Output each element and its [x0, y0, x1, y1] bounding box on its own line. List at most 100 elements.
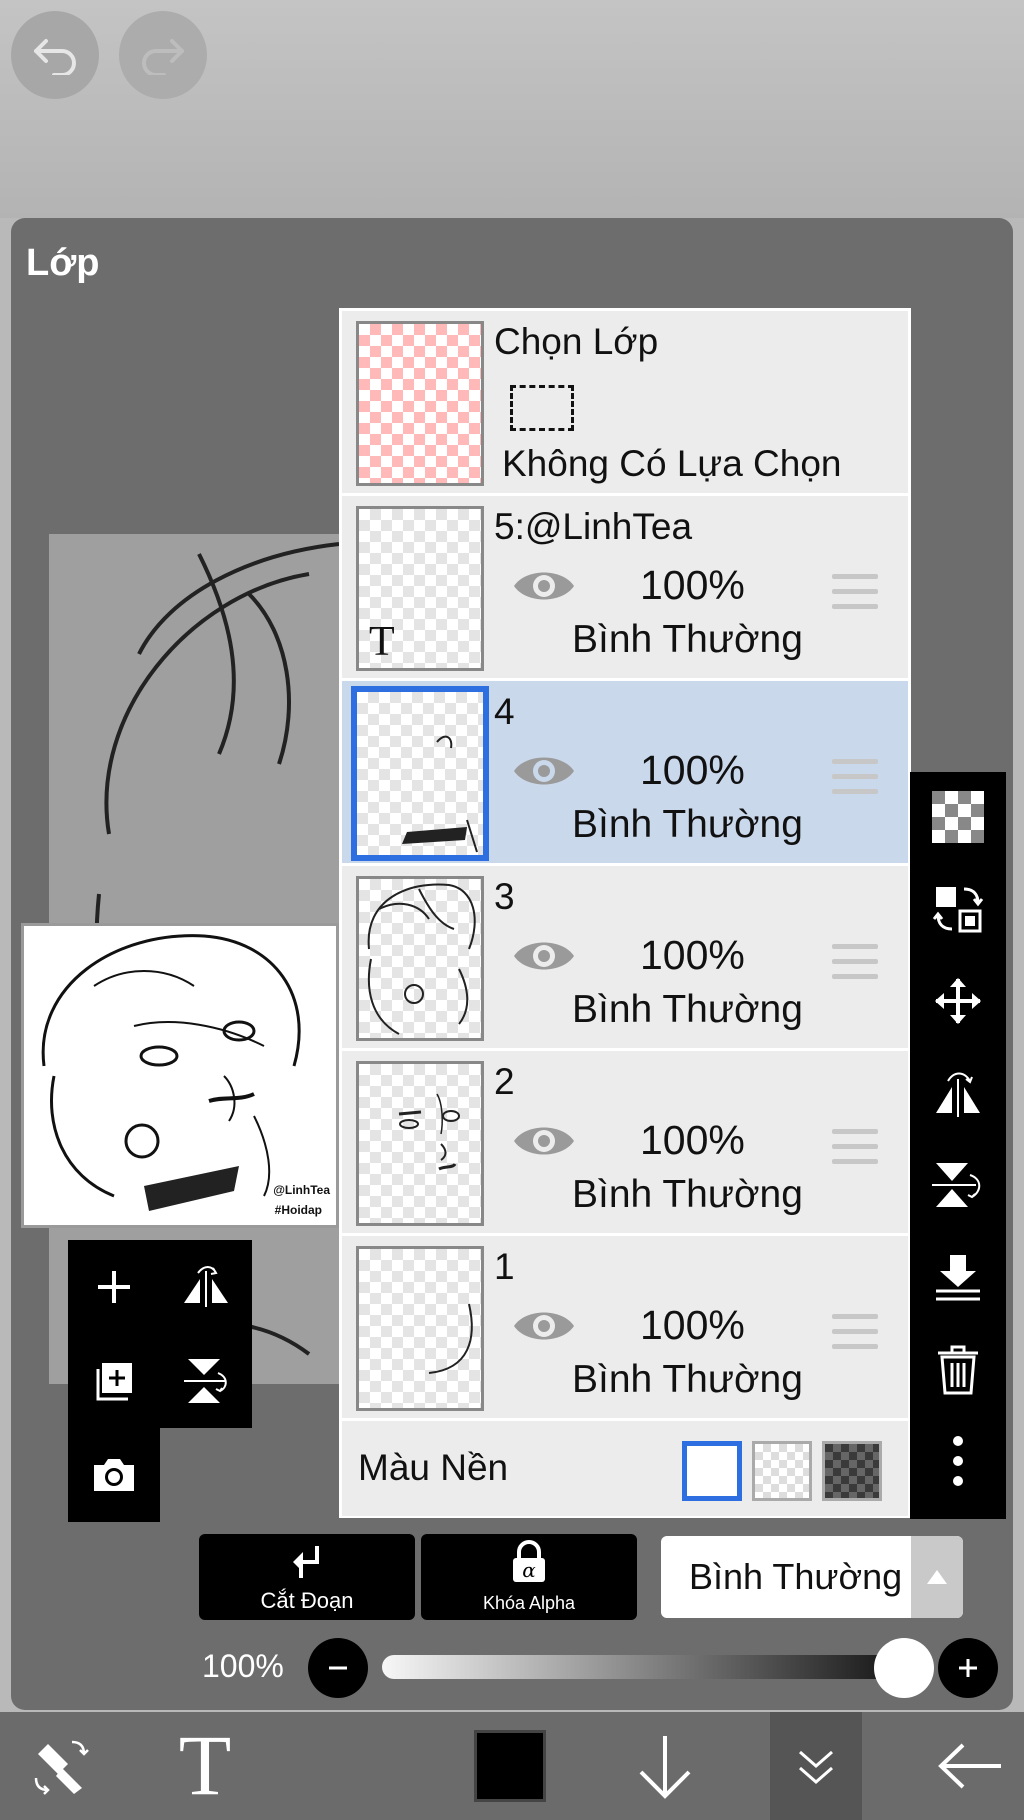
layer-name: 3 — [494, 876, 515, 917]
down-arrow-button[interactable] — [620, 1712, 710, 1820]
blend-mode-value: Bình Thường — [689, 1556, 903, 1597]
add-layer-button[interactable] — [68, 1240, 160, 1334]
layer-list: Chọn Lớp Không Có Lựa Chọn T 5:@LinhTea … — [339, 308, 911, 1518]
visibility-eye-icon[interactable] — [512, 564, 576, 608]
more-options-button[interactable] — [910, 1416, 1006, 1506]
color-swatch — [474, 1730, 546, 1802]
watermark-text-1: @LinhTea — [273, 1183, 330, 1197]
text-tool-button[interactable]: T — [150, 1712, 260, 1820]
background-white-swatch[interactable] — [682, 1441, 742, 1501]
flip-h-icon — [936, 1072, 980, 1117]
visibility-eye-icon[interactable] — [512, 1119, 576, 1163]
layers-collapse-button[interactable] — [770, 1712, 862, 1820]
layer-blend-mode[interactable]: Bình Thường — [572, 1173, 803, 1217]
visibility-eye-icon[interactable] — [512, 749, 576, 793]
layer-opacity[interactable]: 100% — [640, 1302, 745, 1349]
layers-collapse-icon — [799, 1750, 833, 1784]
drag-handle-icon[interactable] — [832, 944, 878, 989]
clipping-label: Cắt Đoạn — [260, 1588, 354, 1613]
flip-horizontal-button-right[interactable] — [910, 1048, 1006, 1138]
selection-layer-name: Chọn Lớp — [494, 321, 659, 362]
layer-name: 4 — [494, 691, 515, 732]
opacity-decrease-button[interactable] — [308, 1638, 368, 1698]
move-icon — [935, 978, 981, 1024]
swap-layer-button[interactable] — [910, 864, 1006, 954]
panel-title: Lớp — [26, 242, 100, 284]
layer-blend-mode[interactable]: Bình Thường — [572, 1358, 803, 1402]
layer-blend-mode[interactable]: Bình Thường — [572, 618, 803, 662]
alpha-lock-button[interactable]: α Khóa Alpha — [421, 1534, 637, 1620]
transform-tool-button[interactable] — [10, 1712, 110, 1820]
flip-horizontal-button[interactable] — [160, 1240, 252, 1334]
drag-handle-icon[interactable] — [832, 759, 878, 804]
layer-thumbnail — [356, 1246, 484, 1411]
checker-icon — [932, 791, 984, 843]
canvas-preview: @LinhTea #Hoidap — [21, 923, 339, 1228]
flip-v-icon — [932, 1163, 981, 1207]
duplicate-layer-button[interactable] — [68, 1334, 160, 1428]
merge-down-button[interactable] — [910, 1232, 1006, 1322]
drag-handle-icon[interactable] — [832, 574, 878, 619]
lock-alpha-icon: α — [513, 1540, 545, 1582]
opacity-slider[interactable] — [382, 1655, 910, 1679]
camera-button[interactable] — [68, 1428, 160, 1522]
opacity-increase-button[interactable] — [938, 1638, 998, 1698]
visibility-eye-icon[interactable] — [512, 1304, 576, 1348]
layer-opacity[interactable]: 100% — [640, 562, 745, 609]
minus-icon — [329, 1666, 347, 1670]
undo-icon — [34, 39, 76, 75]
background-dark-swatch[interactable] — [822, 1441, 882, 1501]
top-bar — [0, 0, 1024, 218]
svg-text:T: T — [179, 1728, 232, 1804]
layer-opacity[interactable]: 100% — [640, 1117, 745, 1164]
selection-marquee-icon — [510, 385, 574, 431]
layer-row-2[interactable]: 2 100% Bình Thường — [342, 1051, 908, 1236]
layer-row-5[interactable]: T 5:@LinhTea 100% Bình Thường — [342, 496, 908, 681]
chevron-up-icon — [927, 1570, 947, 1584]
layer-opacity[interactable]: 100% — [640, 747, 745, 794]
layer-blend-mode[interactable]: Bình Thường — [572, 988, 803, 1032]
more-icon — [953, 1436, 963, 1486]
text-layer-icon: T — [369, 619, 395, 665]
drag-handle-icon[interactable] — [832, 1314, 878, 1359]
redo-button[interactable] — [119, 11, 207, 99]
drag-handle-icon[interactable] — [832, 1129, 878, 1174]
camera-icon — [94, 1459, 134, 1491]
watermark-text-2: #Hoidap — [274, 1203, 322, 1217]
layer-blend-mode[interactable]: Bình Thường — [572, 803, 803, 847]
clipping-button[interactable]: Cắt Đoạn — [199, 1534, 415, 1620]
layer-thumbnail — [356, 1061, 484, 1226]
layer-row-1[interactable]: 1 100% Bình Thường — [342, 1236, 908, 1421]
down-arrow-icon — [639, 1736, 691, 1799]
layer-name: 2 — [494, 1061, 515, 1102]
transparency-button[interactable] — [910, 772, 1006, 862]
opacity-slider-thumb[interactable] — [874, 1638, 934, 1698]
layer-row-3[interactable]: 3 100% Bình Thường — [342, 866, 908, 1051]
back-arrow-icon — [938, 1743, 1001, 1789]
selection-status: Không Có Lựa Chọn — [502, 443, 842, 484]
undo-button[interactable] — [11, 11, 99, 99]
opacity-label: 100% — [202, 1648, 284, 1684]
swap-icon — [932, 887, 984, 933]
right-toolbar — [910, 772, 1006, 1519]
flip-vertical-button[interactable] — [160, 1334, 252, 1428]
flip-vertical-button-right[interactable] — [910, 1140, 1006, 1230]
add-layer-icon — [98, 1271, 130, 1303]
background-color-label: Màu Nền — [358, 1447, 509, 1488]
move-button[interactable] — [910, 956, 1006, 1046]
background-transparent-swatch[interactable] — [752, 1441, 812, 1501]
transform-icon — [34, 1740, 89, 1795]
back-button[interactable] — [920, 1712, 1020, 1820]
layer-row-4[interactable]: 4 100% Bình Thường — [342, 681, 908, 866]
layer-opacity[interactable]: 100% — [640, 932, 745, 979]
color-button[interactable] — [470, 1712, 550, 1820]
selection-layer-row[interactable]: Chọn Lớp Không Có Lựa Chọn — [342, 311, 908, 496]
plus-icon — [959, 1659, 977, 1677]
delete-layer-button[interactable] — [910, 1324, 1006, 1414]
flip-vertical-icon — [184, 1359, 227, 1403]
selection-layer-thumbnail — [356, 321, 484, 486]
add-copy-icon — [96, 1363, 132, 1401]
blend-mode-dropdown[interactable] — [911, 1536, 963, 1618]
visibility-eye-icon[interactable] — [512, 934, 576, 978]
blend-mode-select[interactable]: Bình Thường — [661, 1536, 963, 1618]
